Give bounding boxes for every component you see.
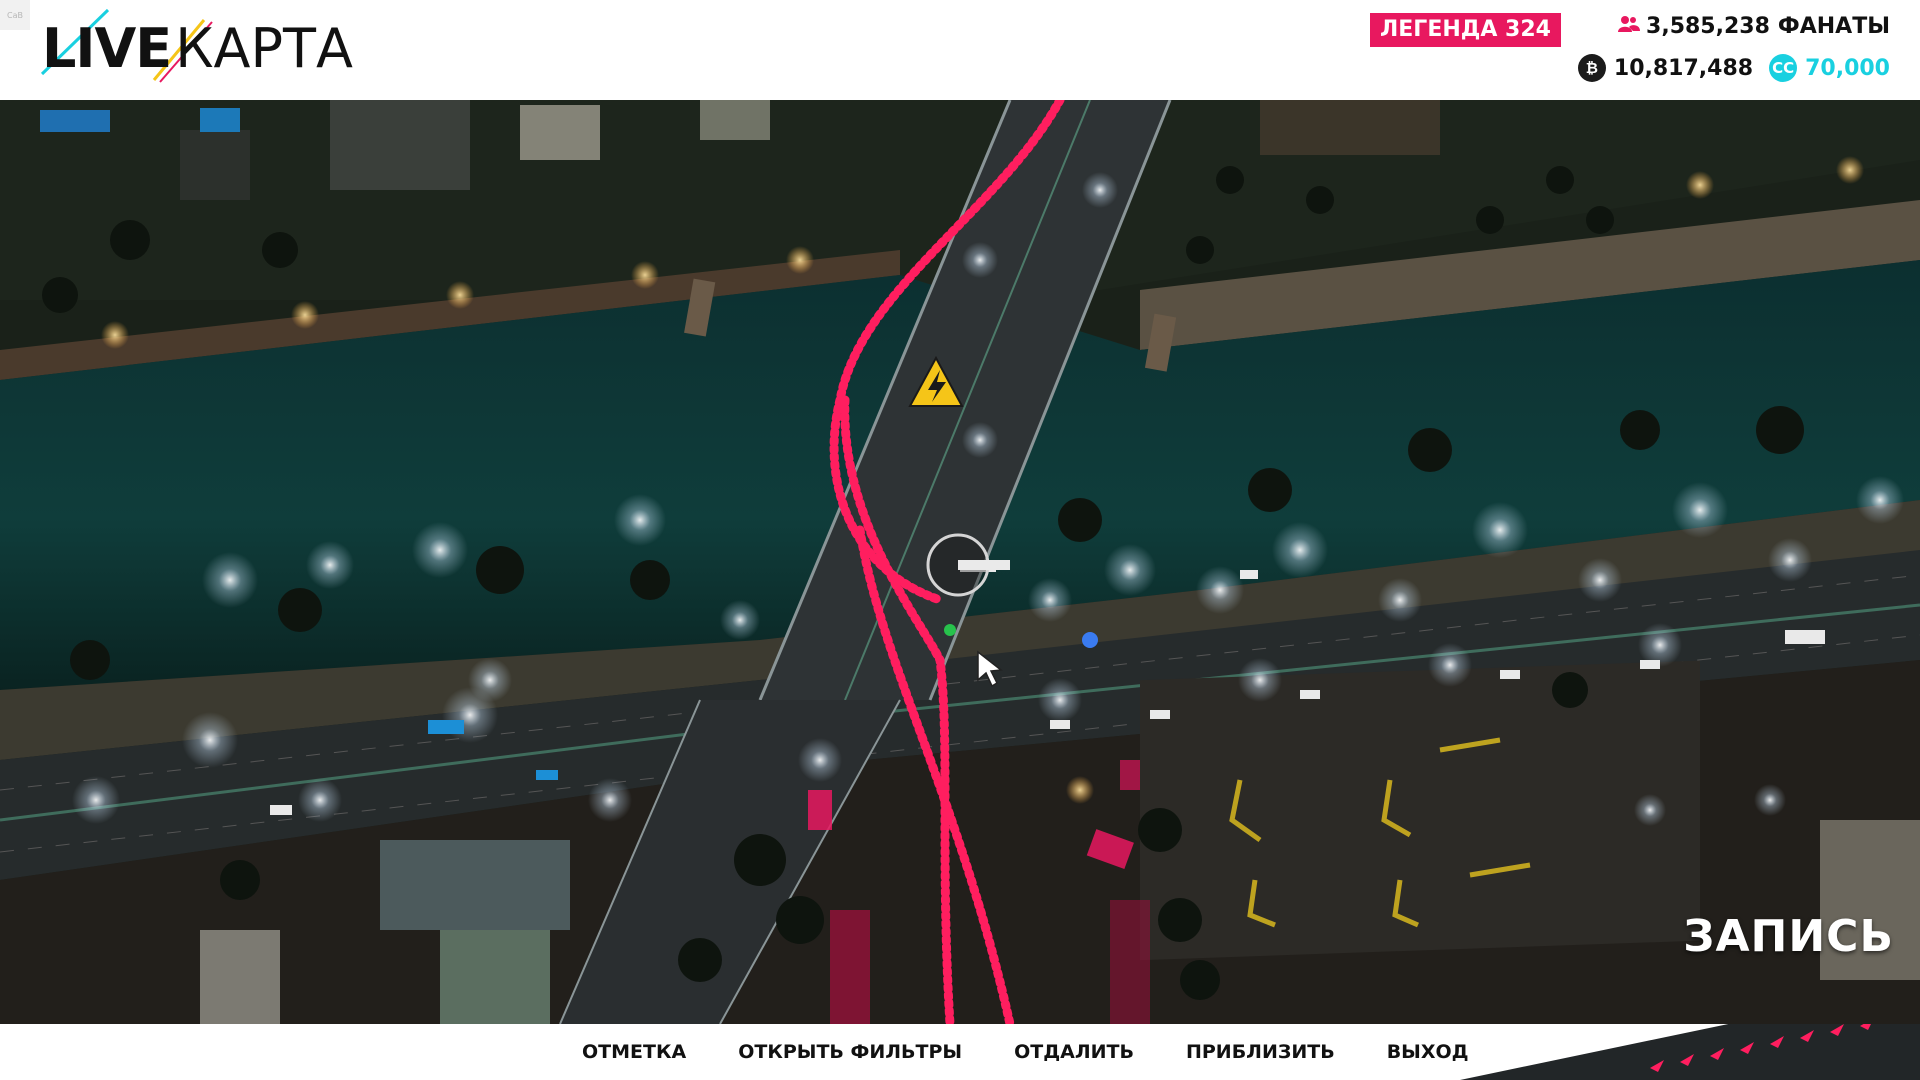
- logo-live-text: LIVE: [42, 16, 172, 80]
- green-marker-icon: [944, 624, 956, 636]
- corner-tag: CaB: [0, 0, 30, 30]
- fans-icon: [1618, 14, 1641, 39]
- zoom-in-button[interactable]: ПРИБЛИЗИТЬ: [1186, 1041, 1335, 1063]
- waypoint-marker-icon[interactable]: [1082, 632, 1098, 648]
- bottom-menu: ОТМЕТКА ОТКРЫТЬ ФИЛЬТРЫ ОТДАЛИТЬ ПРИБЛИЗ…: [582, 1024, 1469, 1080]
- world-map[interactable]: ЗАПИСЬ: [0, 100, 1920, 1024]
- mark-button[interactable]: ОТМЕТКА: [582, 1041, 686, 1063]
- forzathon-points-icon: CC: [1769, 54, 1798, 82]
- bottom-bar: ОТМЕТКА ОТКРЫТЬ ФИЛЬТРЫ ОТДАЛИТЬ ПРИБЛИЗ…: [0, 1024, 1920, 1080]
- credits-value: 10,817,488: [1613, 55, 1754, 81]
- fans-label: ФАНАТЫ: [1777, 14, 1890, 39]
- livemap-logo: LIVE КАРТА: [40, 8, 353, 86]
- logo-map-text: КАРТА: [175, 16, 353, 80]
- currency-row: ₿ 10,817,488 CC 70,000: [1577, 54, 1890, 82]
- recording-label: ЗАПИСЬ: [1683, 911, 1894, 962]
- open-filters-button[interactable]: ОТКРЫТЬ ФИЛЬТРЫ: [738, 1041, 962, 1063]
- forzathon-points-value: 70,000: [1805, 55, 1890, 81]
- fans-counter: 3,585,238 ФАНАТЫ: [1618, 14, 1890, 39]
- legend-badge: ЛЕГЕНДА 324: [1370, 13, 1561, 47]
- player-stats: ЛЕГЕНДА 324 3,585,238 ФАНАТЫ ₿ 10,817,48…: [1370, 10, 1890, 94]
- chevron-stripe-icon: [1460, 1024, 1920, 1080]
- credits-icon: ₿: [1577, 54, 1606, 82]
- zoom-out-button[interactable]: ОТДАЛИТЬ: [1014, 1041, 1134, 1063]
- map-canvas[interactable]: [0, 100, 1920, 1024]
- exit-button[interactable]: ВЫХОД: [1387, 1041, 1469, 1063]
- top-bar: CaB LIVE КАРТА ЛЕГЕНДА 324 3,585,238 ФАН…: [0, 0, 1920, 100]
- fans-value: 3,585,238: [1646, 14, 1770, 39]
